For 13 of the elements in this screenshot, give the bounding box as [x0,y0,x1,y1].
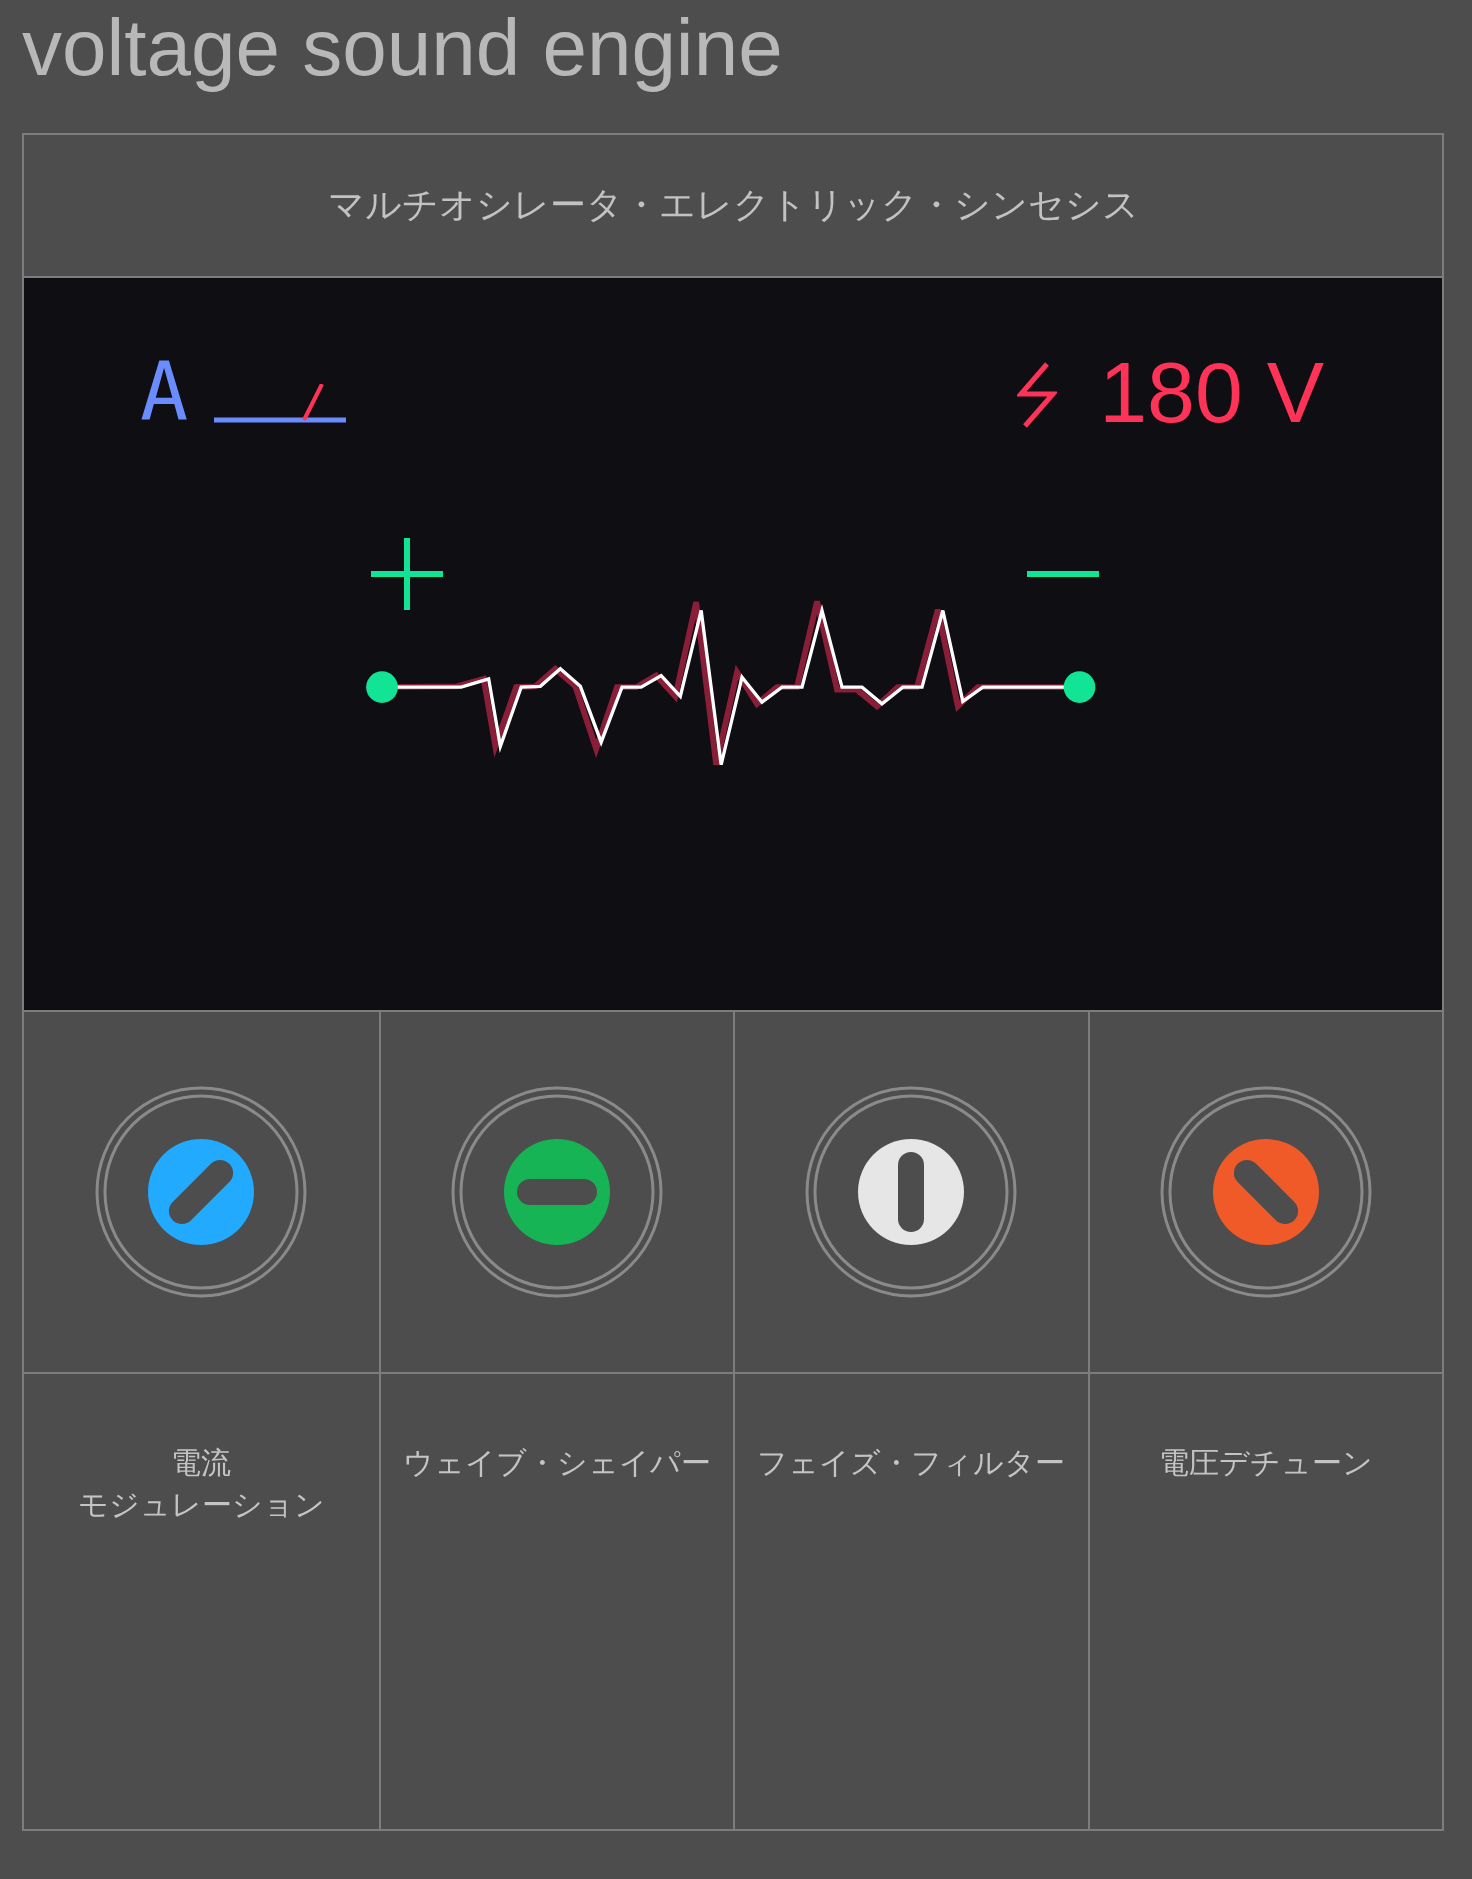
trigger-line-icon [214,384,347,424]
control-label: モジュレーション [77,1486,325,1524]
control-label: フェイズ・フィルター [757,1444,1066,1482]
minus-icon [1027,570,1099,578]
plus-icon [371,538,443,610]
channel-label: A [140,356,189,428]
control-label: 電圧デチューン [1158,1444,1373,1482]
control-label: ウェイブ・シェイパー [402,1444,711,1482]
panel-title: マルチオシレータ・エレクトリック・シンセシス [327,183,1139,227]
control-label: 電流 [171,1444,232,1482]
voltage-readout: 180 V [1099,356,1324,428]
lightning-bolt-icon [1017,362,1058,428]
app-title: voltage sound engine [22,2,784,94]
